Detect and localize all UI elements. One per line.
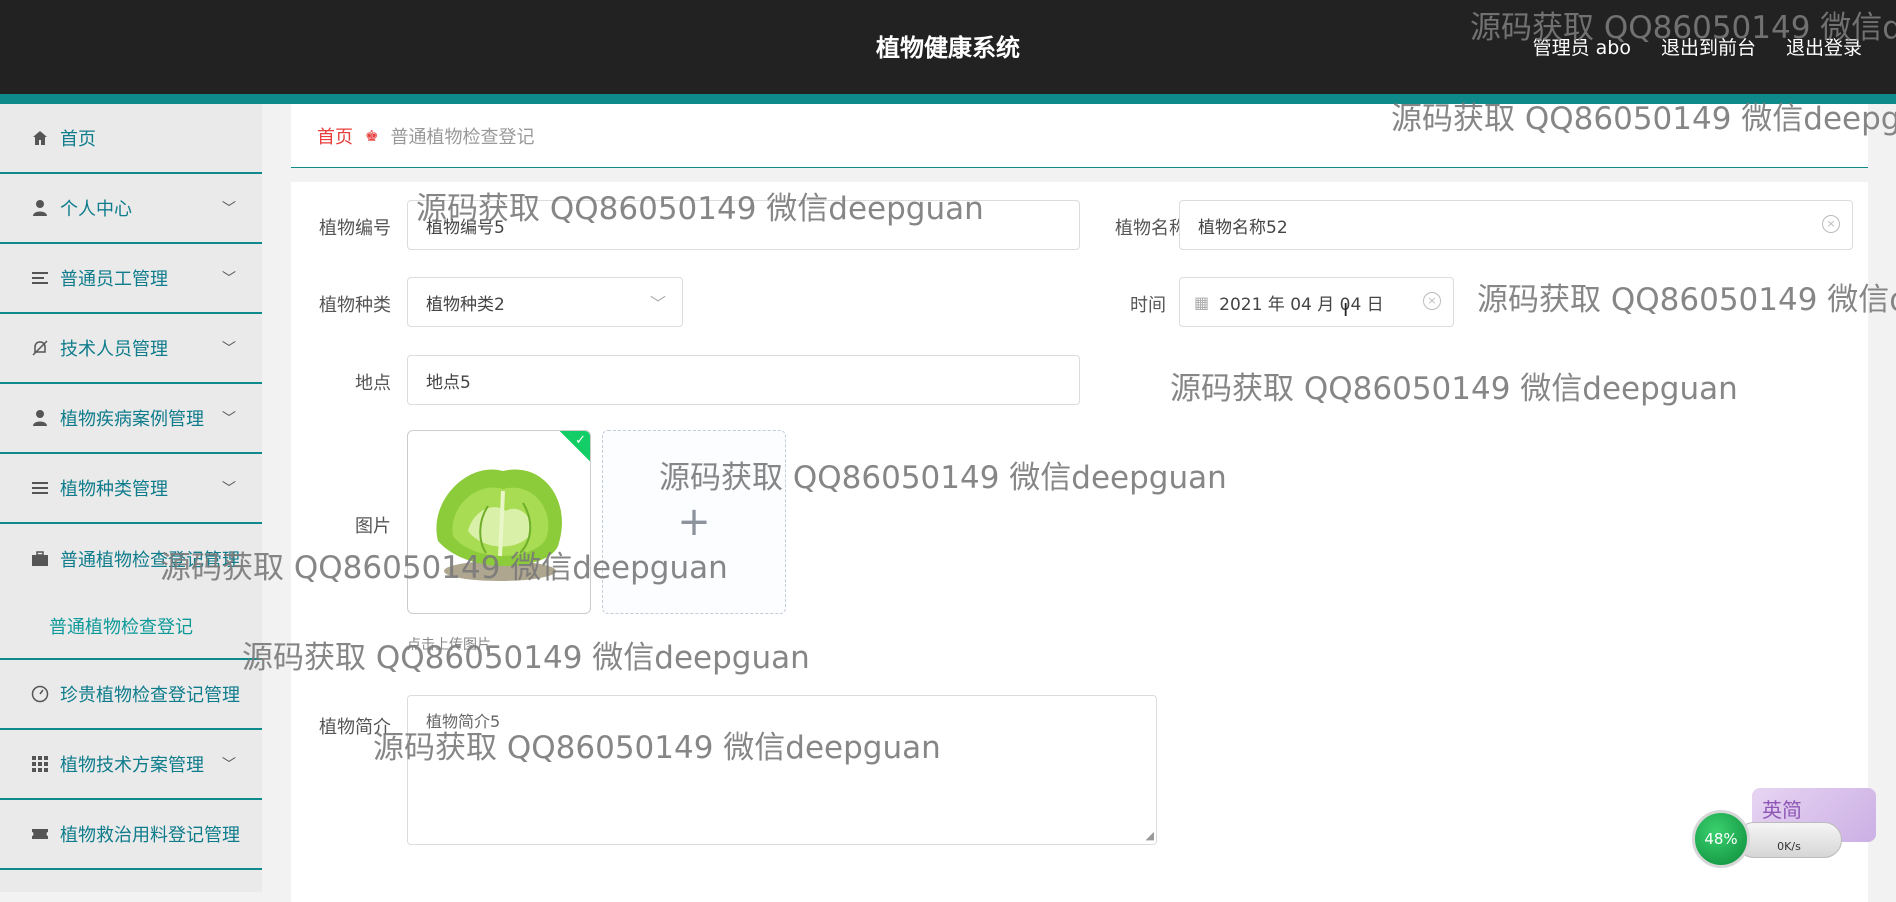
watermark: 源码获取 QQ86050149 微信deepguan	[1477, 282, 1896, 318]
bell-off-icon	[30, 338, 50, 358]
user-icon	[30, 198, 50, 218]
user-icon	[30, 408, 50, 428]
sidebar-item-label: 普通员工管理	[60, 269, 168, 290]
chevron-down-icon: ﹀	[222, 271, 236, 287]
location-value: 地点5	[426, 372, 471, 393]
gauge-icon	[30, 684, 50, 704]
image-label: 图片	[355, 516, 391, 537]
clear-icon[interactable]: ×	[1822, 215, 1840, 233]
date-value: 2021 年 04 月 04 日	[1219, 294, 1384, 315]
sidebar-item-label: 植物救治用料登记管理	[60, 825, 240, 846]
breadcrumb-current: 普通植物检查登记	[390, 126, 535, 148]
network-speed-widget[interactable]: 0K/s 48%	[1692, 808, 1850, 868]
resize-handle-icon[interactable]: ◢	[1146, 829, 1154, 842]
plant-name-label: 植物名称	[1115, 218, 1187, 239]
speed-pill: 0K/s	[1736, 822, 1842, 858]
check-icon: ✓	[575, 433, 586, 448]
list-icon	[30, 268, 50, 288]
time-label: 时间	[1130, 295, 1166, 316]
location-label: 地点	[355, 373, 391, 394]
plant-type-value: 植物种类2	[426, 294, 505, 315]
sidebar-item-label: 植物种类管理	[60, 479, 168, 500]
breadcrumb-home[interactable]: 首页	[317, 123, 353, 149]
plus-icon: +	[677, 499, 711, 545]
intro-textarea[interactable]: 植物简介5 ◢	[407, 695, 1157, 845]
home-icon	[30, 128, 50, 148]
watermark: 源码获取 QQ86050149 微信deepguan	[242, 640, 810, 676]
date-picker[interactable]: ▦ 2021 年 04 月 04 日 ×	[1179, 277, 1454, 327]
plant-name-input[interactable]: 植物名称52 ×	[1179, 200, 1853, 250]
sidebar-item-personal-center[interactable]: 个人中心 ﹀	[0, 174, 262, 244]
watermark: 源码获取 QQ86050149 微信deepguan	[373, 730, 941, 766]
sidebar-item-precious-check[interactable]: 珍贵植物检查登记管理	[0, 660, 262, 730]
crown-icon: ♚	[365, 126, 379, 145]
sidebar-item-label: 珍贵植物检查登记管理	[60, 685, 240, 706]
watermark: 源码获取 QQ86050149 微信deepguan	[659, 460, 1227, 496]
sidebar-item-home[interactable]: 首页	[0, 104, 262, 174]
sidebar-item-disease-cases[interactable]: 植物疾病案例管理 ﹀	[0, 384, 262, 454]
percent-circle: 48%	[1692, 810, 1750, 868]
chevron-down-icon: ﹀	[222, 341, 236, 357]
menu-icon	[30, 478, 50, 498]
sidebar-item-label: 个人中心	[60, 199, 132, 220]
plant-name-value: 植物名称52	[1198, 217, 1288, 238]
chevron-down-icon: ﹀	[222, 411, 236, 427]
plant-type-label: 植物种类	[319, 295, 391, 316]
sidebar-item-plant-types[interactable]: 植物种类管理 ﹀	[0, 454, 262, 524]
sidebar: 首页 个人中心 ﹀ 普通员工管理 ﹀ 技术人员管理 ﹀ 植物疾病案例管理 ﹀ 植…	[0, 104, 262, 892]
chevron-down-icon: ﹀	[222, 757, 236, 773]
sidebar-item-label: 技术人员管理	[60, 339, 168, 360]
sidebar-subitem-normal-check[interactable]: 普通植物检查登记	[0, 594, 262, 658]
clear-icon[interactable]: ×	[1423, 292, 1441, 310]
plant-type-select[interactable]: 植物种类2 ﹀	[407, 277, 683, 327]
sidebar-item-tech-plans[interactable]: 植物技术方案管理 ﹀	[0, 730, 262, 800]
watermark: 源码获取 QQ86050149 微信deepguan	[1170, 371, 1738, 407]
watermark: 源码获取 QQ86050149 微信deepguan	[160, 550, 728, 586]
watermark: 源码获取 QQ86050149 微信deepguan	[416, 191, 984, 227]
location-input[interactable]: 地点5	[407, 355, 1080, 405]
calendar-icon: ▦	[1194, 292, 1210, 312]
chevron-down-icon: ﹀	[222, 201, 236, 217]
plant-no-label: 植物编号	[319, 218, 391, 239]
sidebar-item-label: 植物疾病案例管理	[60, 409, 204, 430]
sidebar-item-label: 植物技术方案管理	[60, 755, 204, 776]
speed-value: 0K/s	[1777, 840, 1801, 853]
watermark: 源码获取 QQ86050149 微信deepguan	[1470, 10, 1896, 46]
sidebar-item-staff[interactable]: 普通员工管理 ﹀	[0, 244, 262, 314]
chevron-down-icon: ﹀	[649, 294, 666, 313]
watermark: 源码获取 QQ86050149 微信deepguan	[1391, 101, 1896, 137]
grid-icon	[30, 754, 50, 774]
sidebar-item-label: 首页	[60, 129, 96, 150]
sidebar-item-technicians[interactable]: 技术人员管理 ﹀	[0, 314, 262, 384]
briefcase-icon	[30, 549, 50, 569]
ticket-icon	[30, 824, 50, 844]
chevron-down-icon: ﹀	[222, 481, 236, 497]
text-cursor-icon: I	[1343, 300, 1349, 321]
percent-value: 48%	[1704, 830, 1738, 848]
sidebar-item-treatment-materials[interactable]: 植物救治用料登记管理	[0, 800, 262, 870]
